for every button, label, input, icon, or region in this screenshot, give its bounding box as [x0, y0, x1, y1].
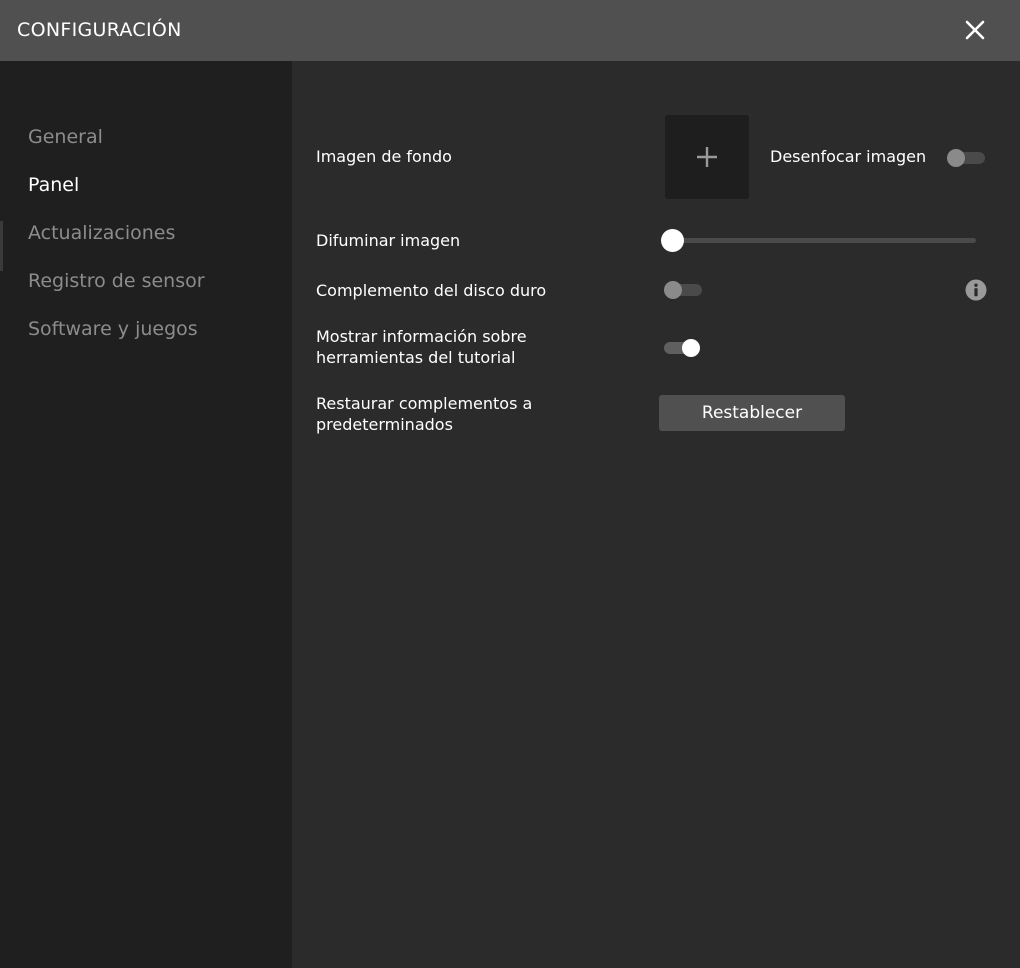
active-item-marker [0, 221, 3, 271]
sidebar-item-general[interactable]: General [28, 123, 103, 151]
hdd-plugin-label: Complemento del disco duro [316, 281, 547, 300]
tutorial-info-label-line2: herramientas del tutorial [316, 348, 516, 367]
restore-plugins-label-line1: Restaurar complementos a [316, 394, 533, 413]
window-title: CONFIGURACIÓN [17, 19, 182, 41]
info-icon[interactable] [965, 279, 987, 301]
background-image-label: Imagen de fondo [316, 147, 452, 166]
tutorial-info-label-line1: Mostrar información sobre [316, 327, 527, 346]
settings-panel [292, 61, 1020, 968]
sidebar-item-panel[interactable]: Panel [28, 171, 79, 199]
reset-button[interactable]: Restablecer [659, 395, 845, 431]
slider-thumb[interactable] [661, 229, 684, 252]
blur-image-label: Desenfocar imagen [770, 147, 927, 166]
toggle-knob [947, 149, 965, 167]
background-image-picker[interactable] [665, 115, 749, 199]
restore-plugins-label-line2: predeterminados [316, 415, 453, 434]
tutorial-info-toggle[interactable] [664, 339, 700, 357]
fade-image-label: Difuminar imagen [316, 231, 461, 250]
sidebar-item-actualizaciones[interactable]: Actualizaciones [28, 219, 175, 247]
close-icon [955, 10, 995, 50]
sidebar-item-registro-de-sensor[interactable]: Registro de sensor [28, 267, 205, 295]
toggle-knob [664, 281, 682, 299]
fade-image-slider[interactable] [661, 229, 976, 252]
toggle-knob [682, 339, 700, 357]
title-bar: CONFIGURACIÓN [0, 0, 1020, 61]
close-button[interactable] [955, 10, 995, 50]
hdd-plugin-toggle[interactable] [664, 281, 702, 299]
sidebar-item-software-y-juegos[interactable]: Software y juegos [28, 315, 198, 343]
blur-image-toggle[interactable] [947, 149, 985, 167]
